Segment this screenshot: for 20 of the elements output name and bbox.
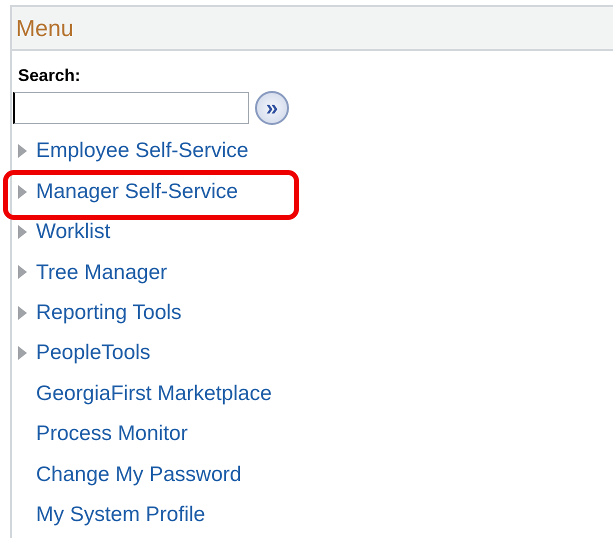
expand-arrow-icon[interactable]: [17, 184, 28, 199]
menu-link[interactable]: PeopleTools: [36, 337, 150, 369]
menu-link[interactable]: Employee Self-Service: [36, 135, 248, 167]
menu-link[interactable]: Tree Manager: [36, 256, 168, 288]
expand-arrow-icon[interactable]: [17, 306, 28, 320]
menu-link[interactable]: My System Profile: [36, 498, 206, 530]
menu-link[interactable]: Process Monitor: [36, 418, 188, 450]
search-go-button[interactable]: »: [255, 91, 289, 125]
menu-title: Menu: [16, 14, 74, 43]
menu-link[interactable]: Manager Self-Service: [36, 176, 238, 208]
menu-link[interactable]: Worklist: [36, 216, 110, 248]
expand-arrow-icon[interactable]: [17, 265, 28, 280]
menu-link[interactable]: Reporting Tools: [36, 297, 182, 328]
expand-arrow-icon[interactable]: [17, 144, 28, 158]
expand-arrow-icon[interactable]: [17, 346, 28, 360]
menu-link[interactable]: GeorgiaFirst Marketplace: [36, 378, 272, 410]
expand-arrow-icon[interactable]: [17, 224, 28, 239]
search-label: Search:: [18, 65, 80, 87]
search-field[interactable]: [13, 92, 249, 124]
menu-link[interactable]: Change My Password: [36, 458, 242, 490]
